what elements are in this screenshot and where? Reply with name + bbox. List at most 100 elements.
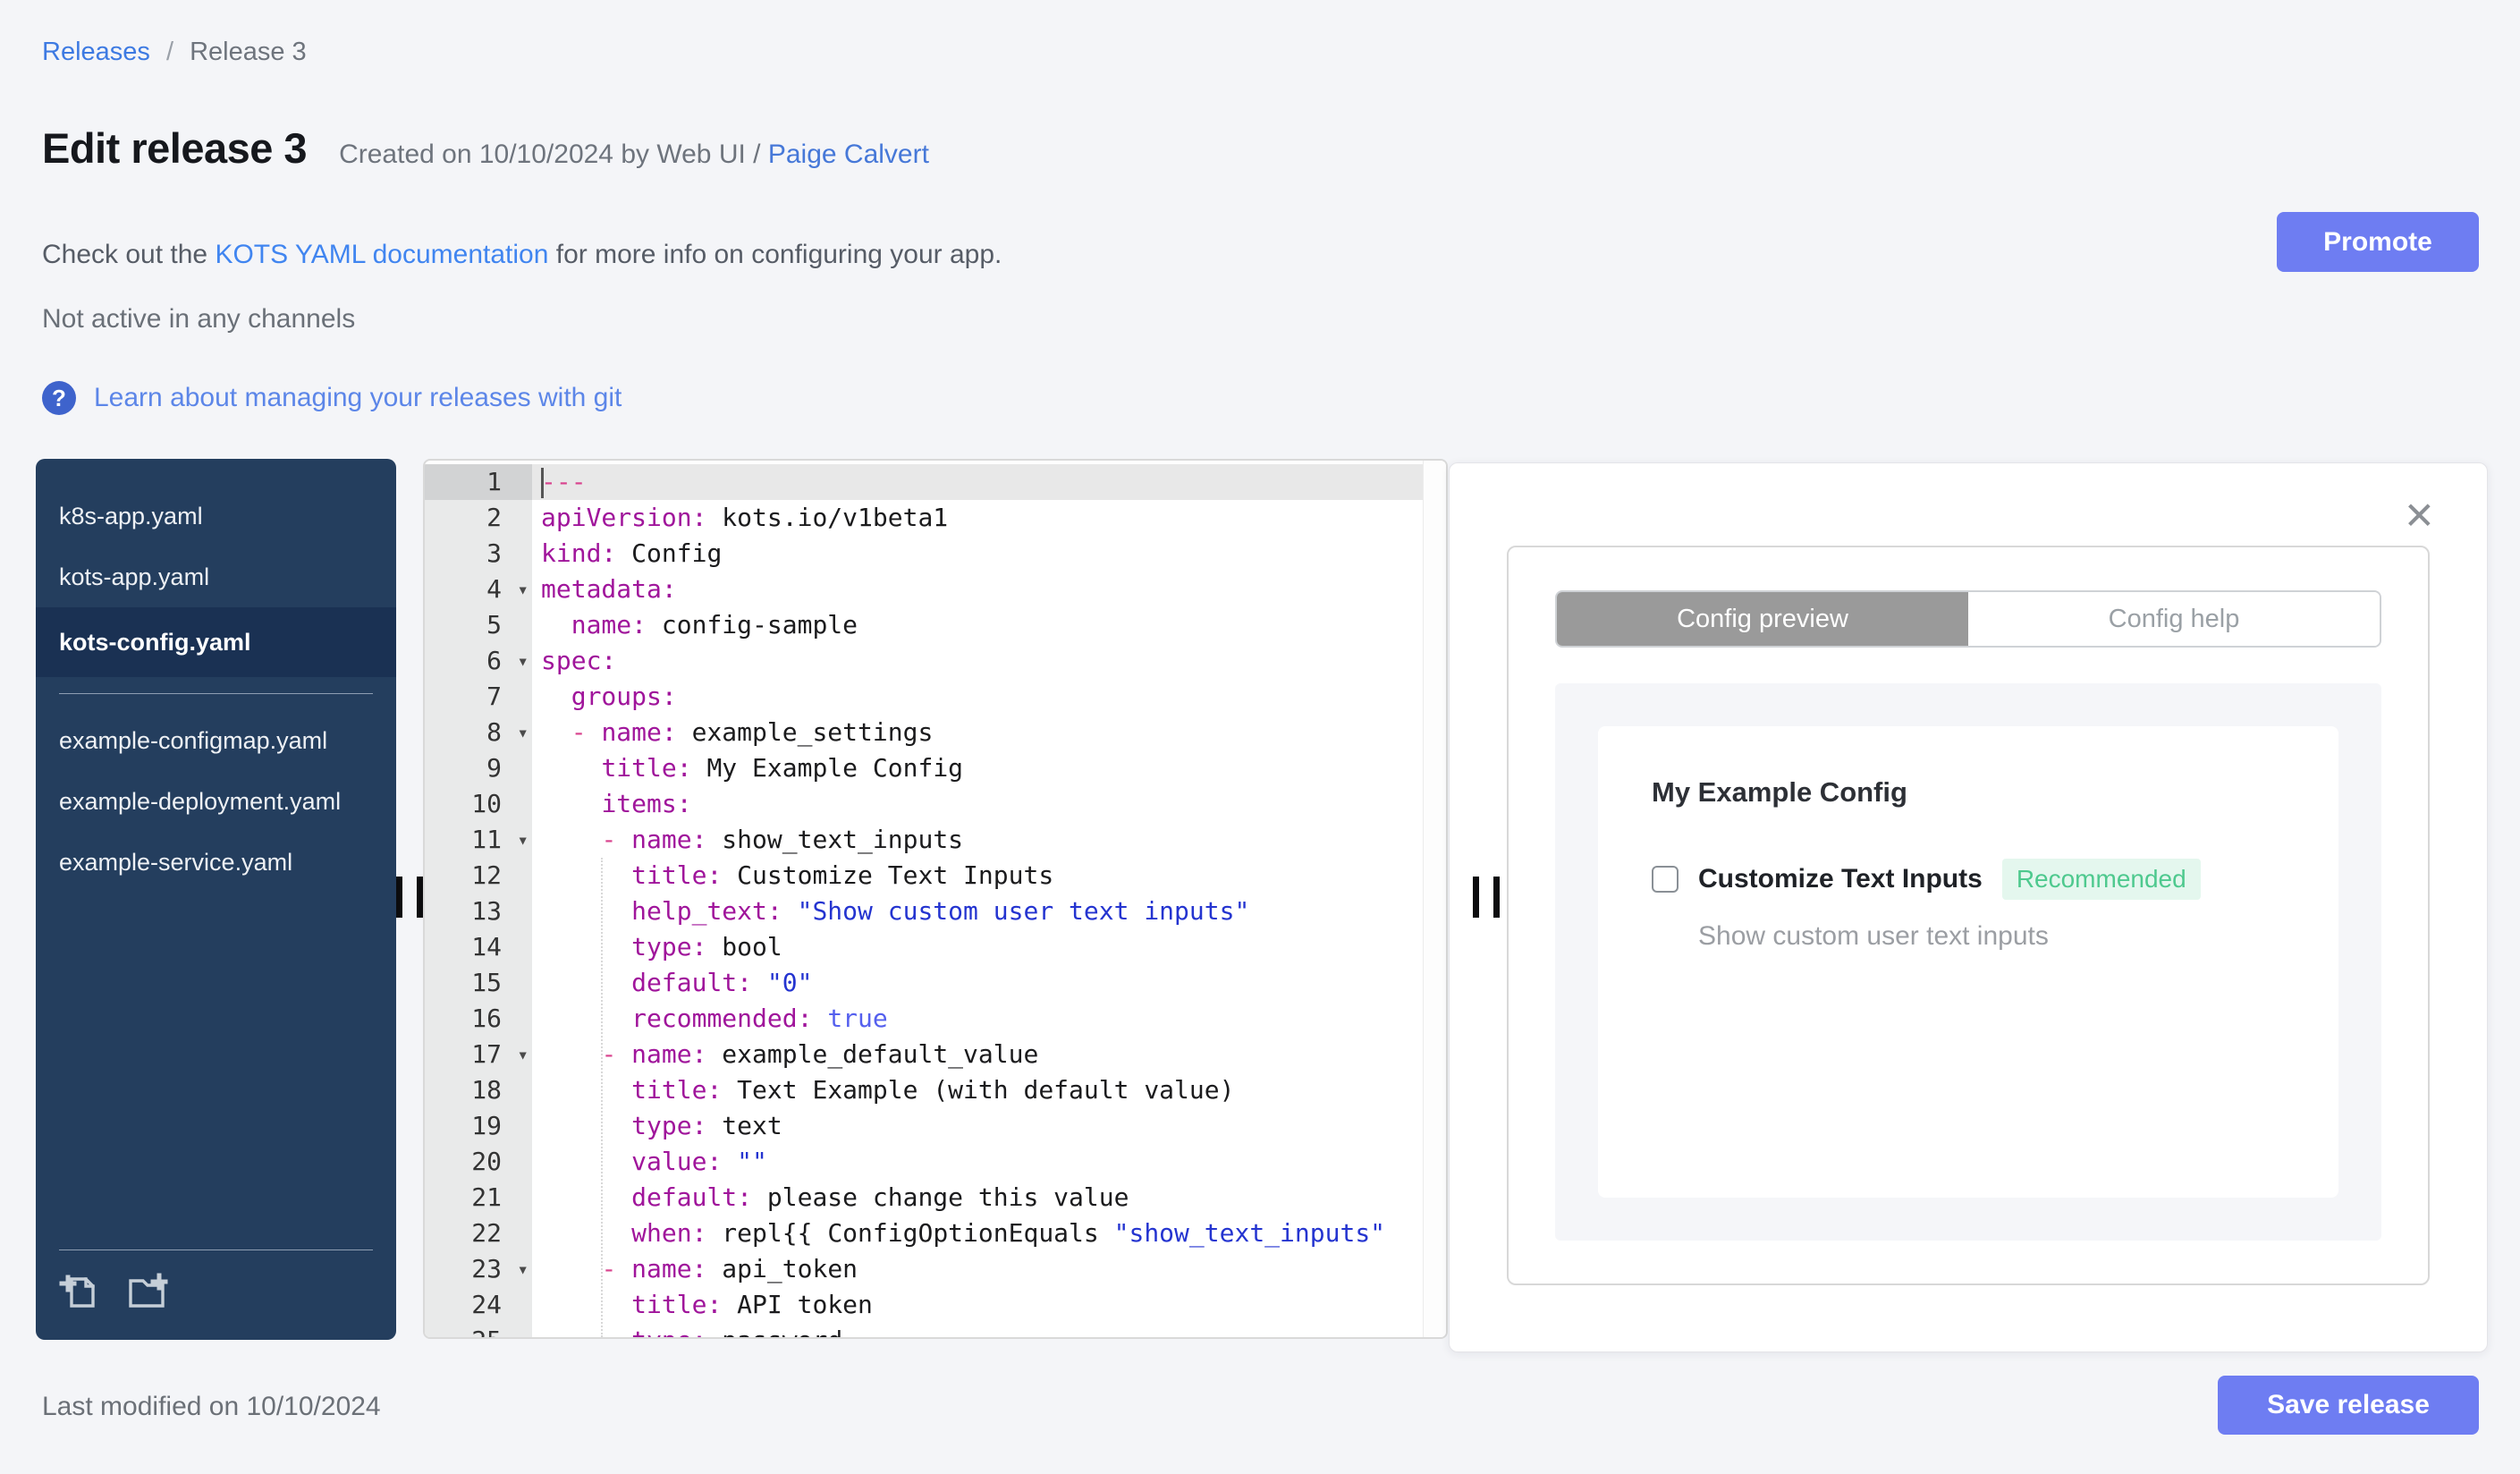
customize-text-inputs-checkbox[interactable] — [1652, 866, 1679, 893]
code-line[interactable]: 11 ▾ - name: show_text_inputs — [425, 822, 1423, 858]
config-item-help: Show custom user text inputs — [1698, 921, 2049, 951]
preview-body: My Example Config Customize Text Inputs … — [1555, 683, 2381, 1241]
code-line[interactable]: 9 title: My Example Config — [425, 750, 1423, 786]
code-line[interactable]: 10 items: — [425, 786, 1423, 822]
fold-arrow-icon[interactable]: ▾ — [517, 643, 529, 679]
code-line[interactable]: 23 ▾ - name: api_token — [425, 1251, 1423, 1287]
code-text: - name: api_token — [601, 1254, 858, 1283]
yaml-editor[interactable]: 1 --- 2 apiVersion: kots.io/v1beta1 3 kind: C… — [423, 459, 1448, 1339]
drag-bar — [417, 877, 423, 918]
code-text: items: — [601, 789, 692, 818]
code-line[interactable]: 12 title: Customize Text Inputs — [425, 858, 1423, 894]
editor-resize-handle[interactable] — [1473, 877, 1500, 918]
fold-arrow-icon[interactable]: ▾ — [517, 715, 529, 750]
git-help-row[interactable]: ? Learn about managing your releases wit… — [42, 381, 622, 415]
created-meta: Created on 10/10/2024 by Web UI / Paige … — [339, 140, 929, 170]
editor-scrollbar[interactable] — [1423, 461, 1446, 1337]
code-line[interactable]: 25 type: password — [425, 1323, 1423, 1337]
fold-arrow-icon[interactable]: ▾ — [517, 1037, 529, 1072]
code-text: --- — [532, 464, 1423, 500]
code-line[interactable]: 3 kind: Config — [425, 536, 1423, 572]
file-item[interactable]: k8s-app.yaml — [36, 486, 396, 546]
line-number: 14 — [425, 929, 532, 965]
code-line[interactable]: 13 help_text: "Show custom user text inp… — [425, 894, 1423, 929]
code-text: title: Text Example (with default value) — [631, 1075, 1235, 1105]
line-number: 23 ▾ — [425, 1251, 532, 1287]
promote-button[interactable]: Promote — [2277, 212, 2479, 272]
code-line[interactable]: 8 ▾ - name: example_settings — [425, 715, 1423, 750]
file-item[interactable]: example-configmap.yaml — [36, 710, 396, 771]
git-help-link[interactable]: Learn about managing your releases with … — [94, 383, 622, 413]
code-line[interactable]: 18 title: Text Example (with default val… — [425, 1072, 1423, 1108]
line-number: 22 — [425, 1216, 532, 1251]
tab-config-preview[interactable]: Config preview — [1557, 592, 1968, 646]
line-number: 17 ▾ — [425, 1037, 532, 1072]
code-line[interactable]: 2 apiVersion: kots.io/v1beta1 — [425, 500, 1423, 536]
kots-yaml-doc-link[interactable]: KOTS YAML documentation — [215, 240, 548, 269]
created-author-link[interactable]: Paige Calvert — [768, 140, 929, 169]
code-line[interactable]: 5 name: config-sample — [425, 607, 1423, 643]
preview-card: My Example Config Customize Text Inputs … — [1598, 726, 2338, 1198]
line-number: 21 — [425, 1180, 532, 1216]
line-number: 8 ▾ — [425, 715, 532, 750]
code-line[interactable]: 19 type: text — [425, 1108, 1423, 1144]
code-text: name: config-sample — [571, 610, 858, 640]
config-item-row: Customize Text Inputs Recommended — [1652, 859, 2285, 900]
code-line[interactable]: 14 type: bool — [425, 929, 1423, 965]
code-text: apiVersion: kots.io/v1beta1 — [541, 503, 949, 532]
file-item[interactable]: example-deployment.yaml — [36, 771, 396, 832]
code-text: type: bool — [631, 932, 782, 961]
line-number: 3 — [425, 536, 532, 572]
code-line[interactable]: 16 recommended: true — [425, 1001, 1423, 1037]
line-number: 7 — [425, 679, 532, 715]
line-number: 15 — [425, 965, 532, 1001]
code-text: kind: Config — [541, 538, 723, 568]
doc-prefix: Check out the — [42, 240, 216, 269]
line-number: 11 ▾ — [425, 822, 532, 858]
code-line[interactable]: 4 ▾ metadata: — [425, 572, 1423, 607]
page-title: Edit release 3 — [42, 124, 308, 172]
file-item[interactable]: example-service.yaml — [36, 832, 396, 893]
file-list: k8s-app.yaml kots-app.yaml kots-config.yam… — [36, 486, 396, 1250]
add-folder-icon[interactable] — [125, 1270, 168, 1313]
code-text: title: API token — [631, 1290, 873, 1319]
code-text: metadata: — [541, 574, 677, 604]
code-text: recommended: true — [631, 1004, 888, 1033]
close-icon[interactable]: ✕ — [2404, 497, 2435, 535]
code-line[interactable]: 17 ▾ - name: example_default_value — [425, 1037, 1423, 1072]
code-line[interactable]: 24 title: API token — [425, 1287, 1423, 1323]
fold-arrow-icon[interactable]: ▾ — [517, 822, 529, 858]
code-lines: 1 --- 2 apiVersion: kots.io/v1beta1 3 kind: C… — [425, 464, 1423, 1337]
code-line[interactable]: 22 when: repl{{ ConfigOptionEquals "show… — [425, 1216, 1423, 1251]
tab-config-help[interactable]: Config help — [1968, 592, 2380, 646]
save-release-button[interactable]: Save release — [2218, 1376, 2479, 1435]
code-text: default: "0" — [631, 968, 813, 997]
fold-arrow-icon[interactable]: ▾ — [517, 1251, 529, 1287]
code-text: type: password — [532, 1323, 1423, 1337]
add-file-icon[interactable] — [59, 1270, 102, 1313]
code-text: type: text — [631, 1111, 782, 1140]
code-text: when: repl{{ ConfigOptionEquals "show_te… — [631, 1218, 1386, 1248]
code-line[interactable]: 1 --- — [425, 464, 1423, 500]
line-number: 6 ▾ — [425, 643, 532, 679]
breadcrumb-separator: / — [165, 38, 174, 66]
fold-arrow-icon[interactable]: ▾ — [517, 572, 529, 607]
line-number: 4 ▾ — [425, 572, 532, 607]
line-number: 20 — [425, 1144, 532, 1180]
last-modified-text: Last modified on 10/10/2024 — [42, 1392, 381, 1421]
code-line[interactable]: 15 default: "0" — [425, 965, 1423, 1001]
code-line[interactable]: 7 groups: — [425, 679, 1423, 715]
code-line[interactable]: 21 default: please change this value — [425, 1180, 1423, 1216]
code-line[interactable]: 6 ▾ spec: — [425, 643, 1423, 679]
config-group-title: My Example Config — [1652, 776, 1907, 808]
doc-info-line: Check out the KOTS YAML documentation fo… — [42, 240, 1002, 270]
file-item[interactable]: kots-config.yaml — [36, 607, 396, 677]
breadcrumb-releases-link[interactable]: Releases — [42, 38, 150, 66]
sidebar-resize-handle[interactable] — [396, 877, 423, 918]
line-number: 18 — [425, 1072, 532, 1108]
file-item[interactable]: kots-app.yaml — [36, 546, 396, 607]
line-number: 13 — [425, 894, 532, 929]
code-line[interactable]: 20 value: "" — [425, 1144, 1423, 1180]
line-number: 2 — [425, 500, 532, 536]
breadcrumb: Releases / Release 3 — [42, 38, 307, 67]
